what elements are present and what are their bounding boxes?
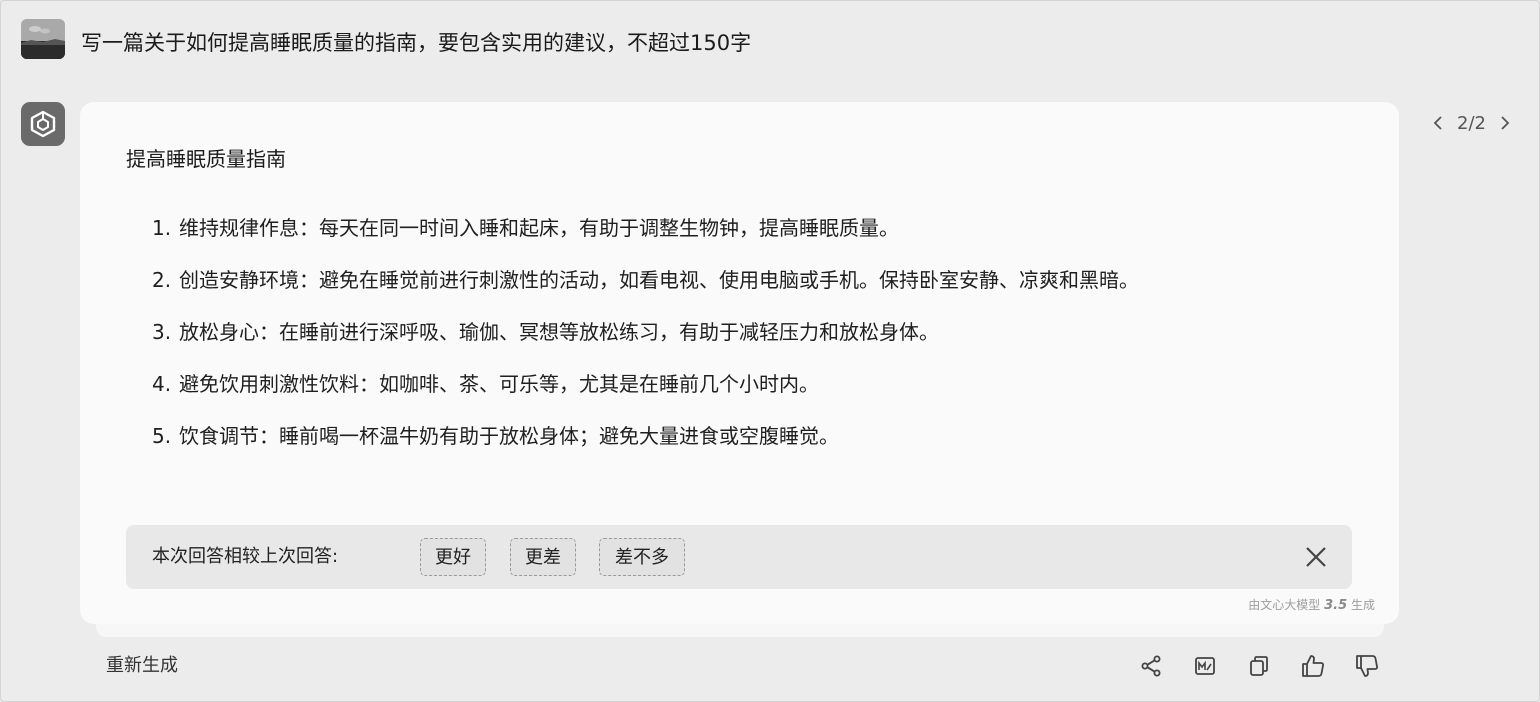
- feedback-label: 本次回答相较上次回答:: [152, 546, 339, 567]
- list-item-number: 1.: [152, 216, 172, 240]
- list-item: 1. 维持规律作息：每天在同一时间入睡和起床，有助于调整生物钟，提高睡眠质量。: [152, 206, 1332, 250]
- list-item: 4. 避免饮用刺激性饮料：如咖啡、茶、可乐等，尤其是在睡前几个小时内。: [152, 362, 1332, 406]
- thumbs-down-icon[interactable]: [1353, 652, 1381, 680]
- list-item-number: 5.: [152, 424, 172, 448]
- image-icon[interactable]: [1191, 652, 1219, 680]
- list-item-text: 创造安静环境：避免在睡觉前进行刺激性的活动，如看电视、使用电脑或手机。保持卧室安…: [179, 268, 1139, 292]
- chevron-right-icon[interactable]: [1496, 109, 1514, 137]
- answer-title: 提高睡眠质量指南: [126, 147, 286, 171]
- answer-list: 1. 维持规律作息：每天在同一时间入睡和起床，有助于调整生物钟，提高睡眠质量。 …: [152, 206, 1332, 466]
- list-item-number: 4.: [152, 372, 172, 396]
- cube-logo-icon: [30, 110, 56, 138]
- chat-window: 写一篇关于如何提高睡眠质量的指南，要包含实用的建议，不超过150字 2/2 提高…: [0, 0, 1540, 702]
- model-version: 3.5: [1324, 598, 1348, 613]
- user-photo-avatar: [21, 19, 65, 59]
- model-credit: 由文心大模型 3.5 生成: [1248, 596, 1375, 613]
- close-icon[interactable]: [1302, 543, 1330, 571]
- list-item: 5. 饮食调节：睡前喝一杯温牛奶有助于放松身体；避免大量进食或空腹睡觉。: [152, 414, 1332, 458]
- model-credit-prefix: 由文心大模型: [1248, 598, 1321, 612]
- version-nav: 2/2: [1429, 109, 1514, 137]
- list-item-text: 避免饮用刺激性饮料：如咖啡、茶、可乐等，尤其是在睡前几个小时内。: [179, 372, 819, 396]
- list-item-text: 维持规律作息：每天在同一时间入睡和起床，有助于调整生物钟，提高睡眠质量。: [179, 216, 899, 240]
- feedback-better-button[interactable]: 更好: [420, 538, 486, 576]
- thumbs-up-icon[interactable]: [1299, 652, 1327, 680]
- list-item-number: 2.: [152, 268, 172, 292]
- list-item: 3. 放松身心：在睡前进行深呼吸、瑜伽、冥想等放松练习，有助于减轻压力和放松身体…: [152, 310, 1332, 354]
- user-prompt-text: 写一篇关于如何提高睡眠质量的指南，要包含实用的建议，不超过150字: [81, 31, 752, 55]
- chevron-left-icon[interactable]: [1429, 109, 1447, 137]
- list-item: 2. 创造安静环境：避免在睡觉前进行刺激性的活动，如看电视、使用电脑或手机。保持…: [152, 258, 1332, 302]
- regenerate-button[interactable]: 重新生成: [106, 651, 178, 681]
- model-credit-suffix: 生成: [1350, 598, 1375, 612]
- bot-avatar: [21, 102, 65, 146]
- version-counter: 2/2: [1457, 112, 1486, 134]
- share-icon[interactable]: [1137, 652, 1165, 680]
- list-item-text: 饮食调节：睡前喝一杯温牛奶有助于放松身体；避免大量进食或空腹睡觉。: [179, 424, 839, 448]
- feedback-similar-button[interactable]: 差不多: [599, 538, 685, 576]
- user-avatar: [21, 19, 65, 59]
- answer-toolbar: [1137, 649, 1381, 683]
- feedback-worse-button[interactable]: 更差: [510, 538, 576, 576]
- list-item-number: 3.: [152, 320, 172, 344]
- answer-card: 提高睡眠质量指南 1. 维持规律作息：每天在同一时间入睡和起床，有助于调整生物钟…: [80, 102, 1399, 624]
- list-item-text: 放松身心：在睡前进行深呼吸、瑜伽、冥想等放松练习，有助于减轻压力和放松身体。: [179, 320, 939, 344]
- copy-icon[interactable]: [1245, 652, 1273, 680]
- feedback-bar: 本次回答相较上次回答: 更好 更差 差不多: [126, 525, 1352, 589]
